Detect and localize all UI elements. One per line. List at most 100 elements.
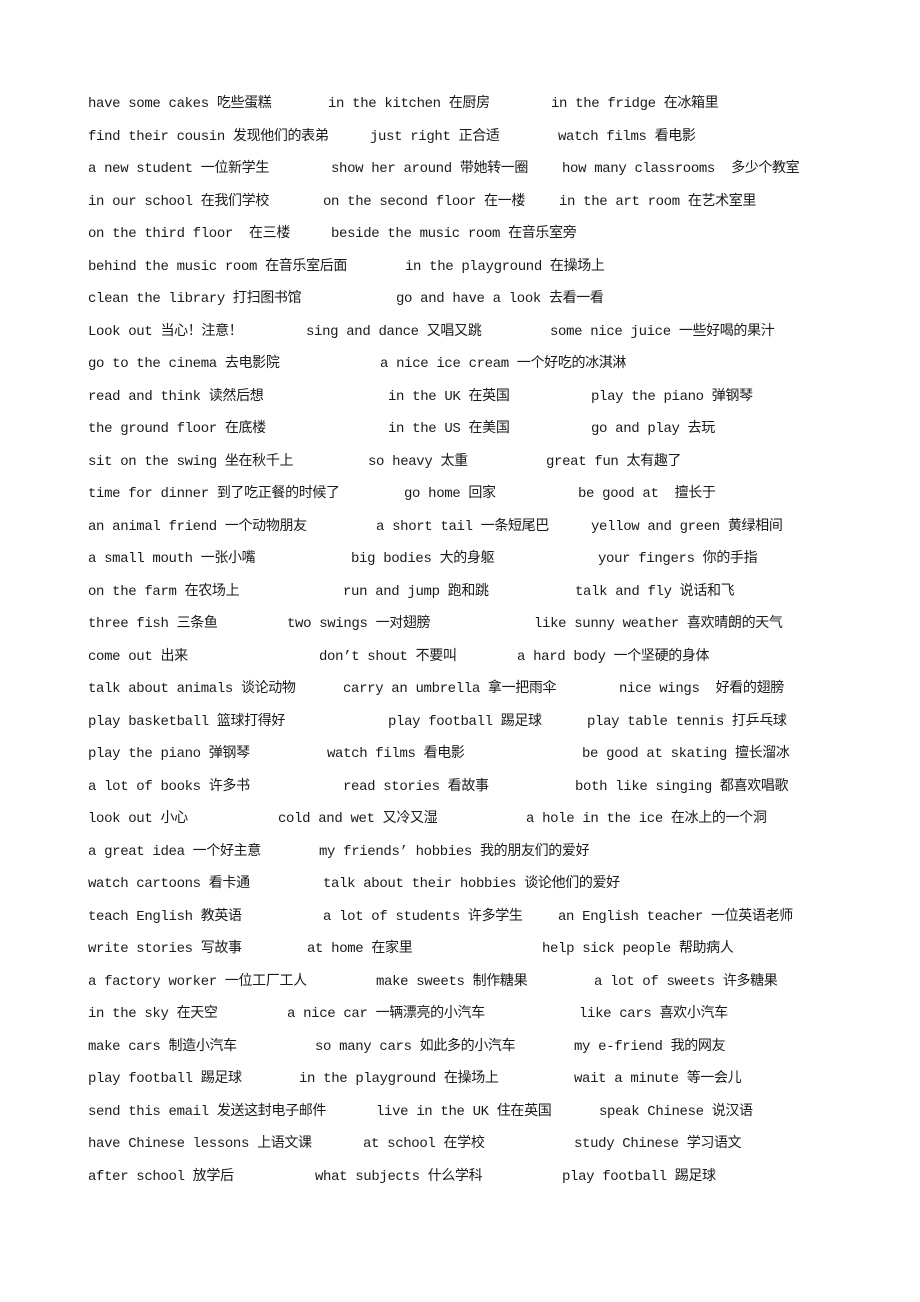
vocab-phrase: both like singing 都喜欢唱歌 <box>575 778 789 795</box>
vocab-phrase: two swings 一对翅膀 <box>287 616 431 632</box>
vocab-phrase: a lot of books 许多书 <box>88 778 250 795</box>
vocab-phrase: go and have a look 去看一看 <box>396 291 604 307</box>
vocab-line: clean the library 打扫图书馆 go and have a loo… <box>0 289 920 309</box>
vocab-line: on the farm 在农场上 run and jump 跑和跳 talk and… <box>0 582 920 602</box>
vocab-phrase: yellow and green 黄绿相间 <box>591 518 783 535</box>
vocab-phrase: be good at 擅长于 <box>578 486 716 502</box>
vocab-phrase: on the second floor 在一楼 <box>323 193 525 210</box>
vocab-phrase: on the farm 在农场上 <box>88 583 240 600</box>
vocab-phrase: a short tail 一条短尾巴 <box>376 518 549 535</box>
vocab-line: an animal friend 一个动物朋友 a short tail 一条短尾… <box>0 517 920 537</box>
vocab-phrase: look out 小心 <box>88 811 188 827</box>
vocab-phrase: make cars 制造小汽车 <box>88 1038 237 1055</box>
vocab-phrase: time for dinner 到了吃正餐的时候了 <box>88 486 340 502</box>
vocab-phrase: at home 在家里 <box>307 941 413 957</box>
vocab-phrase: in the playground 在操场上 <box>299 1071 499 1087</box>
vocab-phrase: Look out 当心！注意！ <box>88 323 243 340</box>
vocab-phrase: be good at skating 擅长溜冰 <box>582 746 790 762</box>
vocab-line: a small mouth 一张小嘴 big bodies 大的身躯 your fi… <box>0 549 920 569</box>
vocab-phrase: in the fridge 在冰箱里 <box>551 96 719 112</box>
vocab-phrase: study Chinese 学习语文 <box>574 1136 742 1152</box>
vocab-phrase: read and think 读然后想 <box>88 388 264 405</box>
vocab-phrase: go home 回家 <box>404 486 496 502</box>
vocab-phrase: talk and fly 说话和飞 <box>575 583 735 600</box>
vocab-phrase: a nice ice cream 一个好吃的冰淇淋 <box>380 356 627 372</box>
vocab-phrase: play the piano 弹钢琴 <box>88 746 250 762</box>
vocab-phrase: a lot of students 许多学生 <box>323 908 523 925</box>
vocab-line: after school 放学后 what subjects 什么学科 play f… <box>0 1167 920 1187</box>
vocab-phrase: on the third floor 在三楼 <box>88 226 290 242</box>
vocab-phrase: at school 在学校 <box>363 1136 485 1152</box>
vocab-phrase: don’t shout 不要叫 <box>319 648 457 665</box>
document-page: have some cakes 吃些蛋糕 in the kitchen 在厨房 in… <box>0 0 920 1302</box>
vocab-phrase: nice wings 好看的翅膀 <box>619 681 784 697</box>
vocab-line: have Chinese lessons 上语文课 at school 在学校 st… <box>0 1134 920 1154</box>
vocab-phrase: watch films 看电影 <box>558 128 696 145</box>
vocab-phrase: play the piano 弹钢琴 <box>591 388 753 405</box>
vocab-phrase: so heavy 太重 <box>368 453 468 470</box>
vocab-line: the ground floor 在底楼 in the US 在美国 go and … <box>0 419 920 439</box>
vocab-phrase: so many cars 如此多的小汽车 <box>315 1038 516 1055</box>
vocab-phrase: a great idea 一个好主意 <box>88 843 261 860</box>
vocab-line: behind the music room 在音乐室后面 in the playg… <box>0 257 920 277</box>
vocab-phrase: three fish 三条鱼 <box>88 616 218 632</box>
vocab-line: a lot of books 许多书 read stories 看故事 both l… <box>0 777 920 797</box>
vocab-line: a new student 一位新学生 show her around 带她转一圈… <box>0 159 920 179</box>
vocab-line: a great idea 一个好主意 my friends’ hobbies 我的… <box>0 842 920 862</box>
vocab-phrase: like sunny weather 喜欢晴朗的天气 <box>534 616 783 632</box>
vocab-phrase: watch films 看电影 <box>327 746 465 762</box>
vocab-phrase: read stories 看故事 <box>343 778 489 795</box>
vocab-phrase: talk about animals 谈论动物 <box>88 681 296 697</box>
vocab-phrase: my e-friend 我的网友 <box>574 1038 726 1055</box>
vocab-line: look out 小心 cold and wet 又冷又湿 a hole in th… <box>0 809 920 829</box>
vocab-phrase: carry an umbrella 拿一把雨伞 <box>343 681 557 697</box>
vocab-line: find their cousin 发现他们的表弟 just right 正合适 w… <box>0 127 920 147</box>
vocab-line: sit on the swing 坐在秋千上 so heavy 太重 great f… <box>0 452 920 472</box>
vocab-phrase: make sweets 制作糖果 <box>376 973 528 990</box>
vocab-phrase: go and play 去玩 <box>591 421 715 437</box>
vocab-phrase: find their cousin 发现他们的表弟 <box>88 128 329 145</box>
vocab-phrase: a new student 一位新学生 <box>88 161 269 177</box>
vocab-phrase: after school 放学后 <box>88 1168 234 1185</box>
vocab-line: Look out 当心！注意！ sing and dance 又唱又跳 some n… <box>0 322 920 342</box>
vocab-line: read and think 读然后想 in the UK 在英国 play the… <box>0 387 920 407</box>
vocab-phrase: clean the library 打扫图书馆 <box>88 291 302 307</box>
vocab-phrase: in the kitchen 在厨房 <box>328 96 490 112</box>
vocab-phrase: play football 踢足球 <box>88 1071 242 1087</box>
vocab-phrase: a hole in the ice 在冰上的一个洞 <box>526 811 767 827</box>
vocab-phrase: beside the music room 在音乐室旁 <box>331 226 577 242</box>
vocab-phrase: like cars 喜欢小汽车 <box>579 1006 728 1022</box>
vocab-phrase: what subjects 什么学科 <box>315 1168 483 1185</box>
vocab-phrase: watch cartoons 看卡通 <box>88 876 250 892</box>
vocab-line: play the piano 弹钢琴 watch films 看电影 be good… <box>0 744 920 764</box>
vocab-phrase: behind the music room 在音乐室后面 <box>88 258 348 275</box>
vocab-line: in our school 在我们学校 on the second floor 在… <box>0 192 920 212</box>
vocab-line: teach English 教英语 a lot of students 许多学生 a… <box>0 907 920 927</box>
vocab-phrase: sit on the swing 坐在秋千上 <box>88 453 294 470</box>
vocab-phrase: play table tennis 打乒乓球 <box>587 713 787 730</box>
vocab-line: talk about animals 谈论动物 carry an umbrella… <box>0 679 920 699</box>
vocab-line: make cars 制造小汽车 so many cars 如此多的小汽车 my e-… <box>0 1037 920 1057</box>
vocab-phrase: your fingers 你的手指 <box>598 551 758 567</box>
vocab-phrase: great fun 太有趣了 <box>546 453 682 470</box>
vocab-phrase: cold and wet 又冷又湿 <box>278 811 438 827</box>
vocab-phrase: go to the cinema 去电影院 <box>88 356 280 372</box>
vocab-phrase: a nice car 一辆漂亮的小汽车 <box>287 1006 485 1022</box>
vocab-line: send this email 发送这封电子邮件 live in the UK 住… <box>0 1102 920 1122</box>
vocab-phrase: teach English 教英语 <box>88 908 242 925</box>
vocab-phrase: speak Chinese 说汉语 <box>599 1103 753 1120</box>
vocab-phrase: big bodies 大的身躯 <box>351 551 495 567</box>
vocab-line: on the third floor 在三楼 beside the music r… <box>0 224 920 244</box>
vocab-phrase: help sick people 帮助病人 <box>542 941 734 957</box>
vocab-phrase: a factory worker 一位工厂工人 <box>88 973 307 990</box>
vocab-line: come out 出来 don’t shout 不要叫 a hard body 一个… <box>0 647 920 667</box>
vocab-phrase: in the US 在美国 <box>388 421 510 437</box>
vocab-phrase: live in the UK 住在英国 <box>376 1103 552 1120</box>
vocab-phrase: my friends’ hobbies 我的朋友们的爱好 <box>319 843 590 860</box>
vocab-phrase: in the art room 在艺术室里 <box>559 193 757 210</box>
vocab-phrase: come out 出来 <box>88 648 188 665</box>
vocab-line: go to the cinema 去电影院 a nice ice cream 一个… <box>0 354 920 374</box>
vocab-phrase: some nice juice 一些好喝的果汁 <box>550 323 775 340</box>
vocab-line: play football 踢足球 in the playground 在操场上 w… <box>0 1069 920 1089</box>
vocab-phrase: the ground floor 在底楼 <box>88 421 266 437</box>
